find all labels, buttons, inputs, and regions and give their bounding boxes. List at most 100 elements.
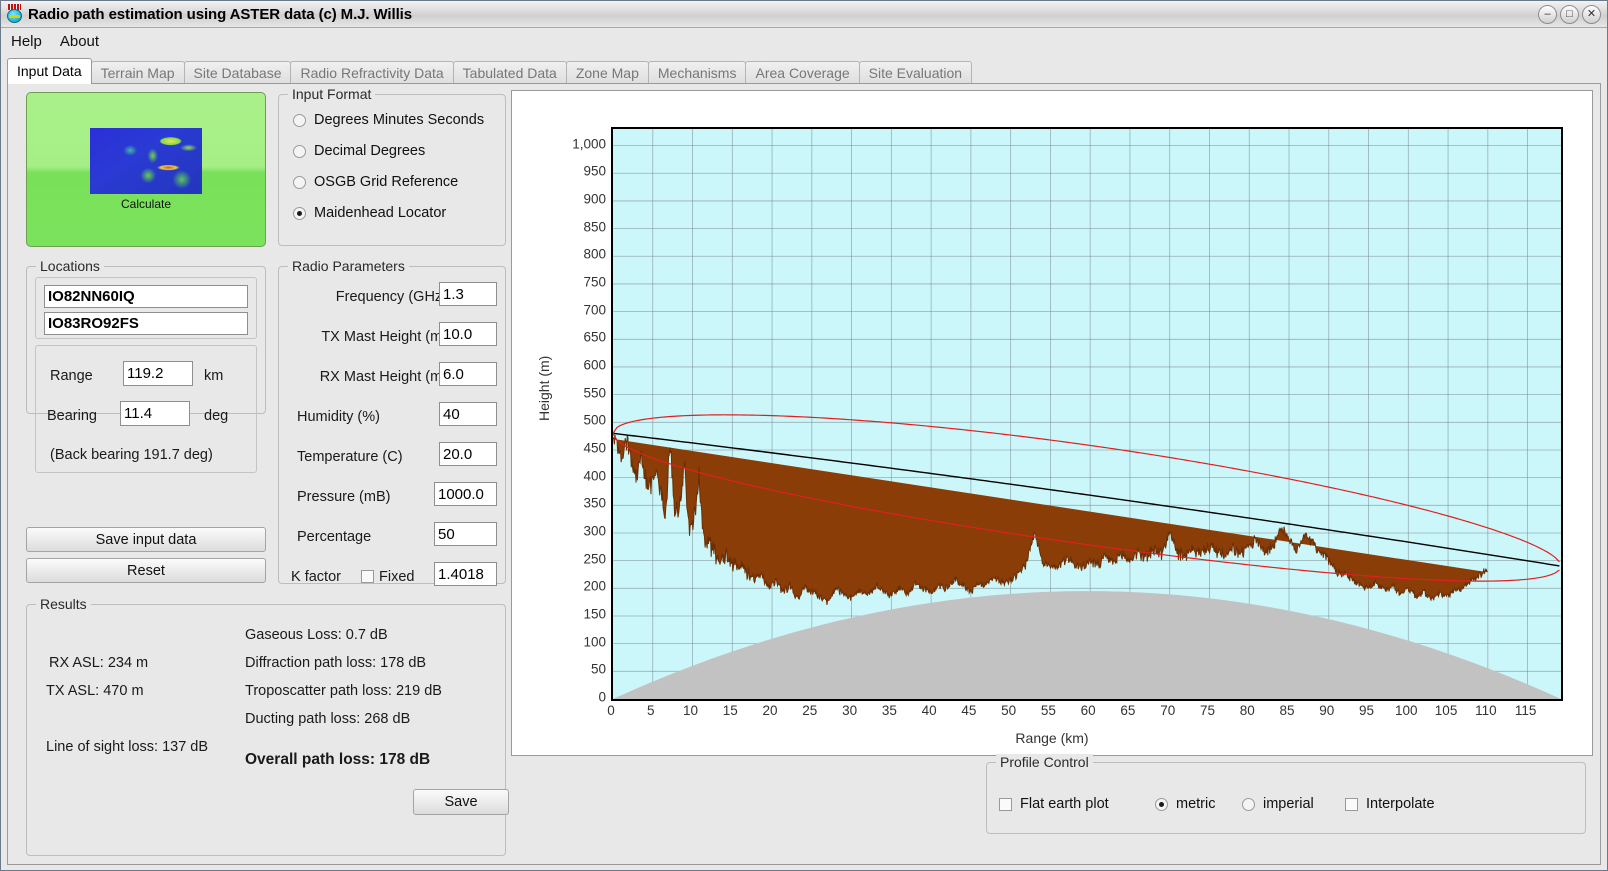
rx-mast-height-label: RX Mast Height (m) bbox=[319, 369, 447, 385]
chart-x-tick-label: 115 bbox=[1514, 703, 1537, 718]
bearing-unit: deg bbox=[204, 408, 229, 424]
chart-y-tick-label: 650 bbox=[583, 329, 606, 345]
pressure-input[interactable] bbox=[434, 482, 497, 506]
chart-y-tick-label: 600 bbox=[583, 357, 606, 373]
radio-label: Degrees Minutes Seconds bbox=[314, 112, 485, 128]
checkbox-interpolate[interactable]: Interpolate bbox=[1345, 796, 1435, 812]
k-factor-label: K factor bbox=[291, 569, 341, 585]
save-input-data-button[interactable]: Save input data bbox=[26, 527, 266, 552]
tab-terrain-map[interactable]: Terrain Map bbox=[90, 61, 185, 84]
radio-maidenhead-locator[interactable]: Maidenhead Locator bbox=[293, 205, 484, 221]
tab-strip: Input Data Terrain Map Site Database Rad… bbox=[7, 58, 973, 84]
tab-area-coverage[interactable]: Area Coverage bbox=[745, 61, 860, 84]
tab-site-evaluation[interactable]: Site Evaluation bbox=[858, 61, 973, 84]
menu-item-help[interactable]: Help bbox=[11, 33, 42, 50]
humidity-input[interactable] bbox=[439, 402, 497, 426]
chart-y-tick-label: 100 bbox=[583, 634, 606, 650]
profile-control-group: Profile Control Flat earth plot metric i… bbox=[986, 754, 1586, 834]
chart-y-axis-label: Height (m) bbox=[536, 355, 552, 421]
tx-locator-input[interactable] bbox=[44, 285, 248, 308]
troposcatter-path-loss-text: Troposcatter path loss: 219 dB bbox=[245, 683, 442, 699]
chart-y-tick-label: 500 bbox=[583, 412, 606, 428]
percentage-input[interactable] bbox=[434, 522, 497, 546]
chart-x-tick-label: 40 bbox=[921, 703, 937, 718]
radio-decimal-degrees[interactable]: Decimal Degrees bbox=[293, 143, 484, 159]
radio-metric[interactable]: metric bbox=[1155, 796, 1215, 812]
menu-item-about[interactable]: About bbox=[60, 33, 99, 50]
locator-subpanel bbox=[35, 277, 257, 339]
reset-button[interactable]: Reset bbox=[26, 558, 266, 583]
chart-x-tick-label: 80 bbox=[1239, 703, 1255, 718]
frequency-input[interactable] bbox=[439, 282, 497, 306]
range-label: Range bbox=[50, 368, 93, 384]
chart-x-tick-label: 0 bbox=[607, 703, 615, 718]
chart-x-tick-label: 75 bbox=[1199, 703, 1215, 718]
chart-x-tick-label: 5 bbox=[646, 703, 655, 718]
radio-parameters-group: Radio Parameters Frequency (GHz) TX Mast… bbox=[278, 258, 506, 586]
radio-degrees-minutes-seconds[interactable]: Degrees Minutes Seconds bbox=[293, 112, 484, 128]
input-format-group: Input Format Degrees Minutes Seconds Dec… bbox=[278, 86, 506, 246]
chart-y-ticks: 0 50 100 150 200 250 300 350 400 450 500 550 600 650 7… bbox=[552, 127, 606, 704]
line-of-sight-loss-text: Line of sight loss: 137 dB bbox=[46, 739, 209, 755]
input-format-legend: Input Format bbox=[288, 86, 376, 102]
radio-osgb-grid-reference[interactable]: OSGB Grid Reference bbox=[293, 174, 484, 190]
chart-x-tick-label: 105 bbox=[1434, 703, 1458, 718]
checkbox-flat-earth-plot[interactable]: Flat earth plot bbox=[999, 796, 1109, 812]
chart-x-tick-label: 60 bbox=[1080, 703, 1096, 718]
chart-y-tick-label: 700 bbox=[583, 302, 606, 318]
humidity-label: Humidity (%) bbox=[297, 409, 380, 425]
radio-icon-selected bbox=[1155, 797, 1168, 811]
results-group: Results RX ASL: 234 m TX ASL: 470 m Line… bbox=[26, 596, 509, 856]
rx-mast-height-input[interactable] bbox=[439, 362, 497, 386]
tab-site-database[interactable]: Site Database bbox=[183, 61, 292, 84]
chart-y-tick-label: 950 bbox=[583, 163, 606, 179]
chart-x-tick-label: 90 bbox=[1319, 703, 1335, 718]
chart-y-tick-label: 400 bbox=[583, 468, 606, 484]
chart-x-tick-label: 110 bbox=[1475, 703, 1497, 718]
chart-plot-svg bbox=[613, 129, 1561, 699]
locations-group: Locations Range km Bearing deg (Back bea… bbox=[26, 258, 266, 473]
chart-x-ticks: 0 5 10 15 20 25 30 35 40 45 50 55 60 65 70 75 80 85 90 95 10… bbox=[607, 703, 1559, 723]
tab-zone-map[interactable]: Zone Map bbox=[565, 61, 649, 84]
chart-x-tick-label: 50 bbox=[1001, 703, 1017, 718]
chart-plot-area bbox=[611, 127, 1563, 701]
tab-mechanisms[interactable]: Mechanisms bbox=[647, 61, 747, 84]
chart-x-tick-label: 20 bbox=[762, 703, 778, 718]
range-input[interactable] bbox=[123, 361, 193, 386]
minimize-button[interactable]: – bbox=[1538, 4, 1557, 24]
radio-label: Decimal Degrees bbox=[314, 143, 426, 159]
temperature-input[interactable] bbox=[439, 442, 497, 466]
bearing-input[interactable] bbox=[120, 401, 190, 426]
close-button[interactable]: ✕ bbox=[1582, 4, 1601, 24]
results-save-button[interactable]: Save bbox=[413, 789, 509, 815]
ducting-path-loss-text: Ducting path loss: 268 dB bbox=[245, 711, 411, 727]
bearing-label: Bearing bbox=[47, 408, 97, 424]
chart-y-tick-label: 150 bbox=[583, 606, 606, 622]
chart-y-tick-label: 200 bbox=[583, 578, 606, 594]
radio-icon bbox=[293, 113, 306, 127]
chart-y-tick-label: 450 bbox=[583, 440, 606, 456]
chart-y-tick-label: 250 bbox=[583, 551, 606, 567]
tx-mast-height-input[interactable] bbox=[439, 322, 497, 346]
chart-y-tick-label: 350 bbox=[583, 495, 606, 511]
tab-radio-refractivity-data[interactable]: Radio Refractivity Data bbox=[290, 61, 454, 84]
radio-label: Maidenhead Locator bbox=[314, 205, 447, 221]
radio-imperial[interactable]: imperial bbox=[1242, 796, 1314, 812]
maximize-icon: □ bbox=[1566, 7, 1573, 20]
radio-label: imperial bbox=[1263, 796, 1314, 812]
chart-x-tick-label: 65 bbox=[1120, 703, 1136, 718]
maximize-button[interactable]: □ bbox=[1560, 4, 1579, 24]
k-factor-input[interactable] bbox=[434, 562, 497, 586]
menu-bar: Help About bbox=[1, 28, 1607, 55]
back-bearing-text: (Back bearing 191.7 deg) bbox=[50, 447, 213, 463]
close-icon: ✕ bbox=[1586, 7, 1597, 20]
tab-tabulated-data[interactable]: Tabulated Data bbox=[452, 61, 567, 84]
tab-input-data[interactable]: Input Data bbox=[7, 58, 92, 84]
checkbox-label: Flat earth plot bbox=[1020, 796, 1109, 812]
rx-locator-input[interactable] bbox=[44, 312, 248, 335]
temperature-label: Temperature (C) bbox=[297, 449, 403, 465]
input-data-panel: Calculate Input Format Degrees Minutes S… bbox=[7, 83, 1601, 865]
k-factor-fixed-checkbox[interactable] bbox=[361, 570, 374, 583]
calculate-button[interactable]: Calculate bbox=[26, 92, 266, 247]
chart-x-tick-label: 35 bbox=[881, 703, 897, 718]
